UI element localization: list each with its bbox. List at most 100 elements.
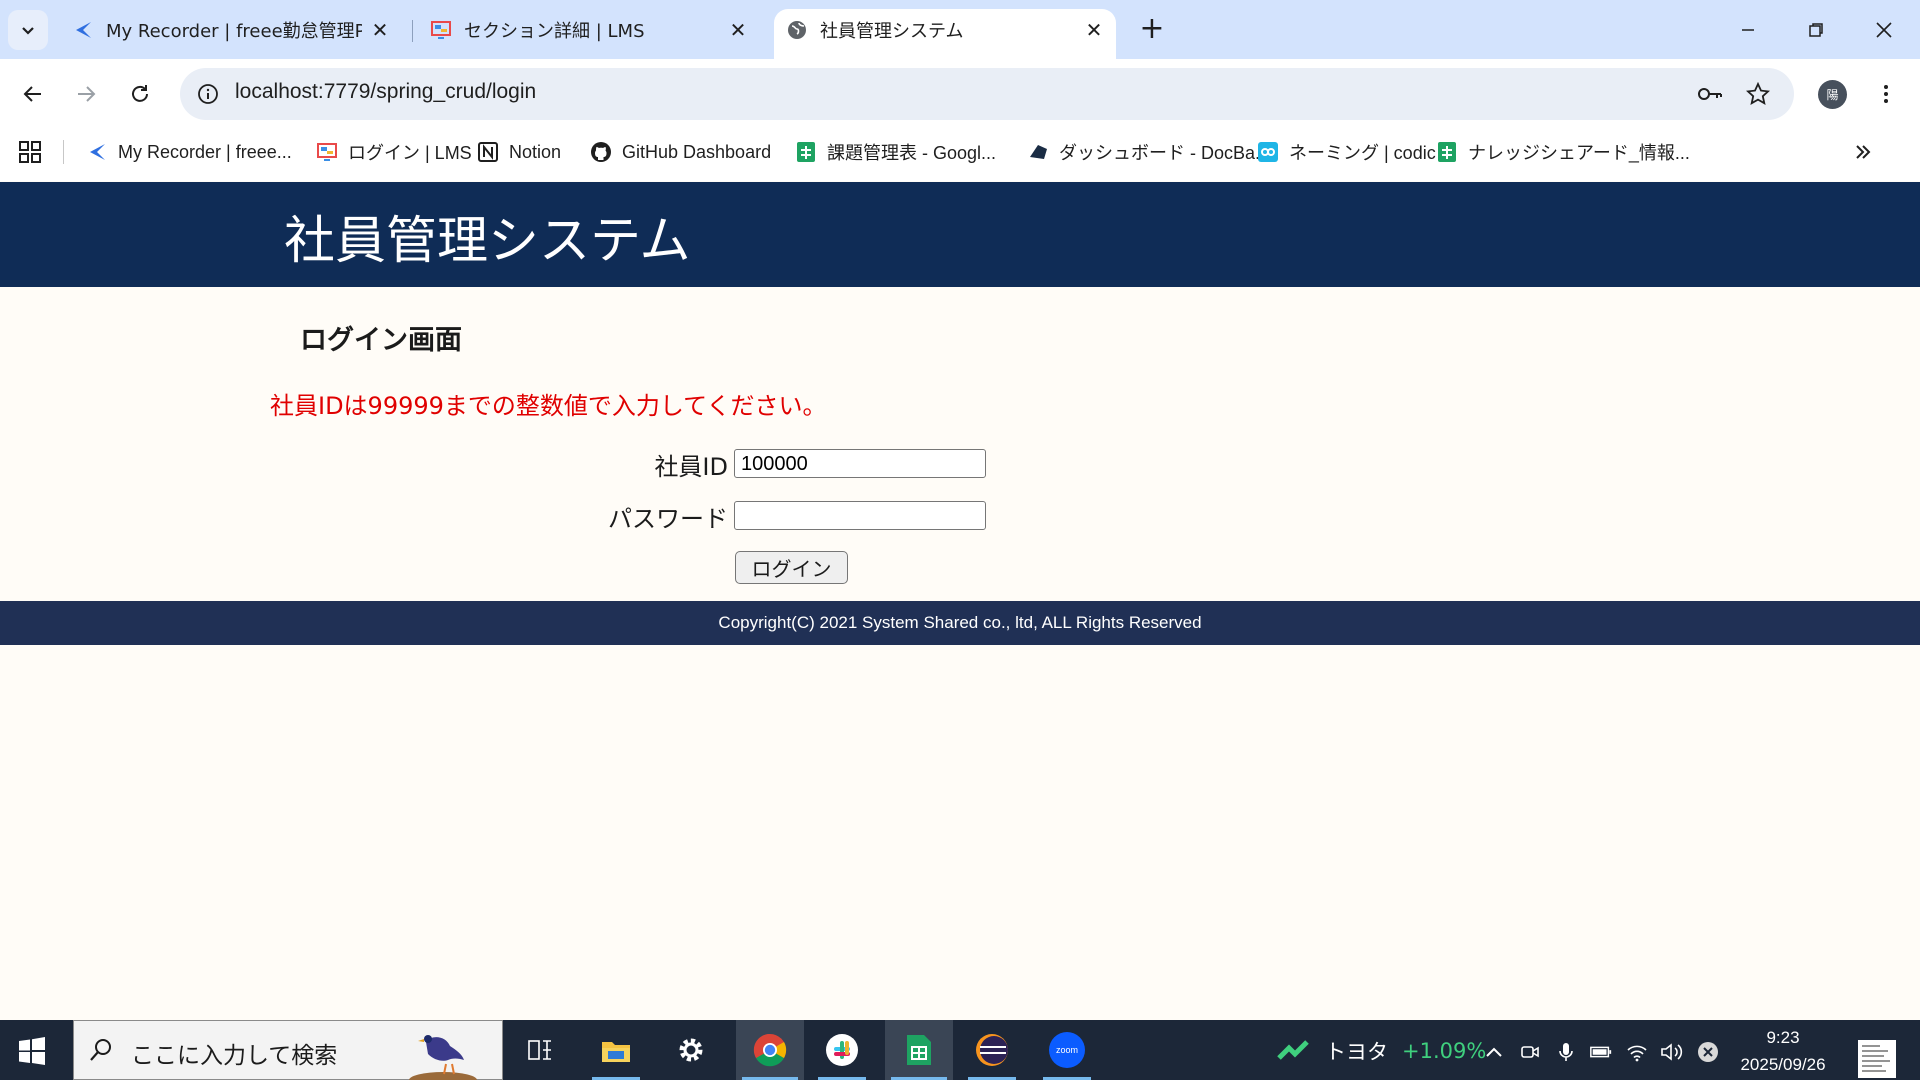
- taskbar-chrome[interactable]: [736, 1020, 804, 1080]
- bookmark-knowledge-share[interactable]: ナレッジシェアード_情報...: [1436, 137, 1690, 167]
- camera-icon: [1521, 1046, 1539, 1058]
- tray-meet-now[interactable]: [1518, 1040, 1542, 1064]
- tab-search-button[interactable]: [8, 10, 48, 50]
- bookmark-label: Notion: [509, 141, 562, 162]
- search-icon: [90, 1039, 111, 1061]
- stock-widget[interactable]: トヨタ +1.09%: [1277, 1036, 1486, 1066]
- taskbar-slack[interactable]: [812, 1020, 872, 1080]
- bookmark-notion[interactable]: Notion: [477, 137, 561, 167]
- close-window-button[interactable]: [1866, 12, 1902, 48]
- tray-microphone[interactable]: [1554, 1040, 1578, 1064]
- url-text[interactable]: localhost:7779/spring_crud/login: [235, 80, 536, 104]
- forward-button[interactable]: [70, 78, 102, 110]
- chrome-icon: [753, 1033, 787, 1067]
- tray-volume[interactable]: [1660, 1040, 1684, 1064]
- password-input[interactable]: [734, 501, 986, 530]
- restore-button[interactable]: [1798, 12, 1834, 48]
- tab-lms[interactable]: セクション詳細 | LMS ✕: [420, 9, 760, 51]
- tab-title: 社員管理システム: [820, 21, 964, 42]
- battery-icon: [1590, 1046, 1612, 1058]
- arrow-left-icon: [23, 86, 41, 102]
- freee-logo-icon: [86, 141, 108, 163]
- tray-battery[interactable]: [1589, 1040, 1613, 1064]
- taskbar-file-explorer[interactable]: [586, 1020, 646, 1080]
- globe-icon: [786, 19, 808, 41]
- google-sheets-icon: [795, 141, 817, 163]
- login-button[interactable]: ログイン: [735, 551, 848, 584]
- system-title: 社員管理システム: [284, 212, 691, 271]
- new-tab-button[interactable]: +: [1136, 14, 1168, 46]
- tab-divider: [412, 20, 413, 42]
- close-icon[interactable]: ✕: [726, 18, 750, 42]
- tab-my-recorder[interactable]: My Recorder | freee勤怠管理Plu ✕: [62, 9, 402, 51]
- bookmark-lms-login[interactable]: ログイン | LMS: [316, 137, 472, 167]
- bookmark-label: ダッシュボード - DocBa...: [1059, 143, 1271, 163]
- lms-monitor-icon: [316, 141, 338, 163]
- tab-employee-system[interactable]: 社員管理システム ✕: [774, 9, 1116, 59]
- search-highlight-bird-icon: [409, 1035, 477, 1080]
- taskbar-zoom[interactable]: zoom: [1037, 1020, 1097, 1080]
- tray-wifi[interactable]: [1625, 1040, 1649, 1064]
- docbase-icon: [1027, 141, 1049, 163]
- password-key-button[interactable]: [1694, 78, 1726, 110]
- employee-id-input[interactable]: 100000: [734, 449, 986, 478]
- tray-no-connection[interactable]: [1696, 1040, 1720, 1064]
- notification-center-icon[interactable]: [1856, 1036, 1900, 1080]
- site-info-icon[interactable]: [194, 80, 222, 108]
- close-icon[interactable]: ✕: [368, 18, 392, 42]
- validation-error-message: 社員IDは99999までの整数値で入力してください。: [270, 392, 827, 420]
- close-icon: [1876, 22, 1892, 38]
- copyright-text: Copyright(C) 2021 System Shared co., ltd…: [718, 613, 1202, 632]
- gear-icon: [679, 1038, 703, 1062]
- bookmark-docbase[interactable]: ダッシュボード - DocBa...: [1027, 137, 1270, 167]
- employee-id-label: 社員ID: [654, 453, 728, 481]
- eclipse-icon: [976, 1034, 1008, 1066]
- close-icon[interactable]: ✕: [1082, 18, 1106, 42]
- start-button[interactable]: [18, 1037, 46, 1065]
- bookmark-github[interactable]: GitHub Dashboard: [590, 137, 771, 167]
- clock-date: 2025/09/26: [1740, 1055, 1826, 1074]
- speaker-icon: [1661, 1043, 1683, 1061]
- freee-logo-icon: [72, 19, 94, 41]
- notion-icon: [477, 141, 499, 163]
- taskbar-eclipse[interactable]: [962, 1020, 1022, 1080]
- taskbar-task-view[interactable]: [510, 1020, 570, 1080]
- browser-menu-button[interactable]: [1870, 78, 1902, 110]
- bookmark-label: My Recorder | freee...: [118, 141, 292, 162]
- bookmarks-overflow-button[interactable]: [1854, 137, 1872, 167]
- stock-name: トヨタ: [1325, 1040, 1388, 1064]
- bookmarks-divider: [63, 140, 64, 164]
- tab-title: My Recorder | freee勤怠管理Plu: [106, 21, 362, 42]
- bookmark-label: ネーミング | codic: [1289, 143, 1436, 163]
- reload-button[interactable]: [124, 78, 156, 110]
- error-circle-icon: [1698, 1042, 1718, 1062]
- bookmark-my-recorder[interactable]: My Recorder | freee...: [86, 137, 292, 167]
- minimize-button[interactable]: [1730, 12, 1766, 48]
- zoom-icon: zoom: [1049, 1032, 1085, 1068]
- profile-avatar[interactable]: 陽: [1818, 80, 1847, 109]
- taskbar-settings[interactable]: [661, 1020, 721, 1080]
- back-button[interactable]: [17, 78, 49, 110]
- apps-button[interactable]: [18, 137, 42, 167]
- google-sheets-icon: [1436, 141, 1458, 163]
- taskbar-clock[interactable]: 9:23 2025/09/26: [1728, 1024, 1838, 1078]
- folder-icon: [602, 1042, 630, 1062]
- codic-icon: [1257, 141, 1279, 163]
- minimize-icon: [1742, 29, 1754, 31]
- tab-title: セクション詳細 | LMS: [464, 21, 645, 42]
- login-heading: ログイン画面: [300, 325, 462, 356]
- chevron-down-icon: [22, 27, 34, 35]
- chevron-up-icon: [1486, 1047, 1502, 1057]
- bookmark-star-button[interactable]: [1742, 78, 1774, 110]
- stock-change: +1.09%: [1402, 1039, 1487, 1063]
- google-sheets-icon: [907, 1035, 931, 1065]
- reload-icon: [132, 85, 148, 102]
- show-hidden-icons-button[interactable]: [1482, 1040, 1506, 1064]
- windows-logo-icon: [19, 1037, 45, 1065]
- bookmark-label: ナレッジシェアード_情報...: [1468, 143, 1690, 163]
- taskbar-sheets[interactable]: [885, 1020, 953, 1080]
- bookmark-task-sheet[interactable]: 課題管理表 - Googl...: [795, 137, 996, 167]
- stock-trend-icon: [1277, 1040, 1309, 1060]
- bookmark-codic[interactable]: ネーミング | codic: [1257, 137, 1436, 167]
- bookmark-label: 課題管理表 - Googl...: [827, 143, 997, 163]
